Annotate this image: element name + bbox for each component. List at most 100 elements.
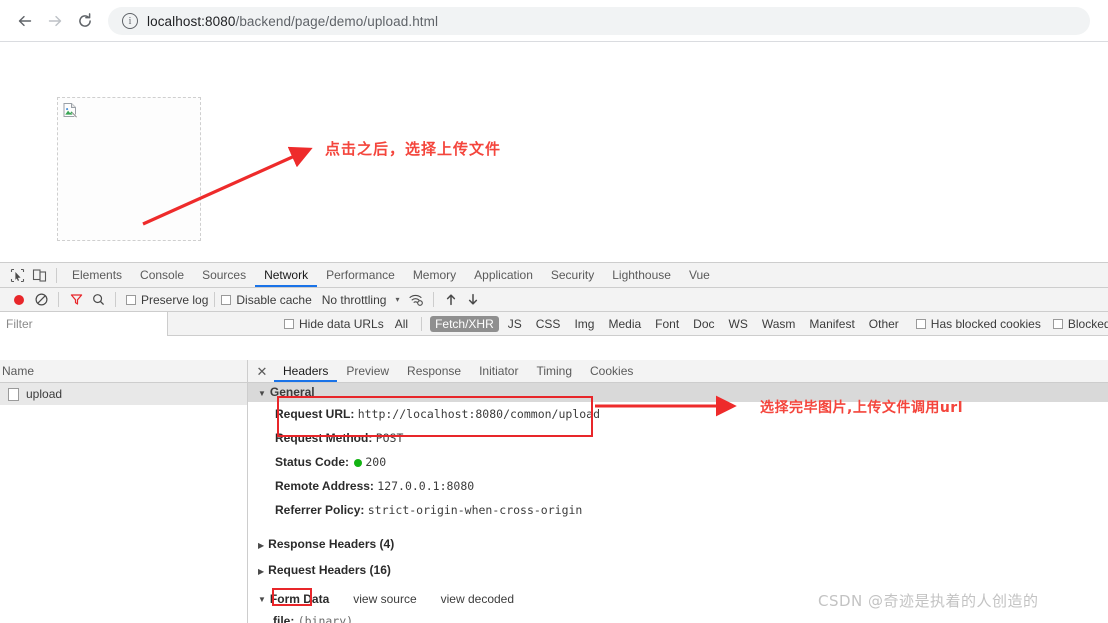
- devtools-tabbar: Elements Console Sources Network Perform…: [0, 263, 1108, 288]
- request-url-key: Request URL:: [275, 407, 355, 421]
- tab-security[interactable]: Security: [542, 263, 603, 287]
- filter-chip-doc[interactable]: Doc: [688, 316, 719, 332]
- import-har-icon[interactable]: [440, 290, 462, 310]
- status-ok-icon: [354, 459, 363, 467]
- tab-lighthouse[interactable]: Lighthouse: [603, 263, 680, 287]
- hide-data-urls-label: Hide data URLs: [299, 316, 384, 331]
- filter-chip-img[interactable]: Img: [569, 316, 599, 332]
- filter-chip-fetch-xhr[interactable]: Fetch/XHR: [430, 315, 499, 332]
- tab-memory[interactable]: Memory: [404, 263, 465, 287]
- clear-icon[interactable]: [30, 290, 52, 310]
- export-har-icon[interactable]: [462, 290, 484, 310]
- detail-tab-response[interactable]: Response: [398, 360, 470, 382]
- tabbar-divider: [56, 267, 57, 283]
- device-toolbar-icon[interactable]: [28, 265, 50, 285]
- search-icon[interactable]: [87, 290, 109, 310]
- form-data-row-file: file: (binary): [248, 610, 1108, 623]
- preserve-log-checkbox[interactable]: Preserve log: [126, 293, 208, 307]
- blocked-requests-checkbox[interactable]: Blocked Requests: [1052, 316, 1108, 331]
- url-text: localhost:8080/backend/page/demo/upload.…: [147, 14, 438, 29]
- form-data-label: Form Data: [269, 592, 330, 606]
- blocked-requests-label: Blocked Requests: [1067, 316, 1108, 331]
- general-row-status-code: Status Code: 200: [248, 450, 1108, 474]
- page-viewport: 点击之后，选择上传文件: [0, 42, 1108, 262]
- referrer-policy-key: Referrer Policy:: [275, 503, 365, 517]
- referrer-policy-value: strict-origin-when-cross-origin: [367, 503, 583, 517]
- detail-tab-initiator[interactable]: Initiator: [470, 360, 527, 382]
- back-icon[interactable]: [10, 6, 40, 36]
- hide-data-urls-box[interactable]: [284, 318, 294, 329]
- section-general-header[interactable]: ▼ General: [248, 383, 1108, 402]
- network-filterbar: Filter Hide data URLs All Fetch/XHR JS C…: [0, 311, 1108, 336]
- site-info-icon[interactable]: i: [122, 13, 138, 29]
- filter-chip-js[interactable]: JS: [503, 316, 527, 332]
- request-headers-label: Request Headers (16): [268, 563, 391, 577]
- request-method-key: Request Method:: [275, 431, 373, 445]
- filter-chip-manifest[interactable]: Manifest: [804, 316, 859, 332]
- inspect-element-icon[interactable]: [6, 265, 28, 285]
- disable-cache-box[interactable]: [221, 294, 232, 305]
- section-response-headers[interactable]: ▶ Response Headers (4): [248, 531, 1108, 557]
- status-code-key: Status Code:: [275, 455, 350, 469]
- filter-chip-row: Hide data URLs All Fetch/XHR JS CSS Img …: [168, 315, 1108, 332]
- network-conditions-icon[interactable]: [405, 290, 427, 310]
- request-row-label: upload: [26, 387, 63, 401]
- document-icon: [8, 387, 19, 401]
- record-icon[interactable]: [8, 290, 30, 310]
- preserve-log-label: Preserve log: [141, 292, 209, 307]
- upload-image-placeholder[interactable]: [57, 97, 201, 241]
- url-path: /backend/page/demo/upload.html: [235, 13, 439, 29]
- tab-sources[interactable]: Sources: [193, 263, 255, 287]
- section-request-headers[interactable]: ▶ Request Headers (16): [248, 557, 1108, 583]
- request-method-value: POST: [375, 431, 404, 445]
- detail-tab-timing[interactable]: Timing: [527, 360, 581, 382]
- response-headers-label: Response Headers (4): [268, 537, 395, 551]
- blocked-requests-box[interactable]: [1052, 318, 1063, 329]
- detail-tab-headers[interactable]: Headers: [274, 360, 338, 382]
- filter-icon[interactable]: [65, 290, 87, 310]
- disable-cache-checkbox[interactable]: Disable cache: [221, 292, 312, 307]
- tab-application[interactable]: Application: [465, 263, 542, 287]
- detail-tab-cookies[interactable]: Cookies: [581, 360, 642, 382]
- tab-console[interactable]: Console: [131, 263, 193, 287]
- request-row-upload[interactable]: upload: [0, 383, 247, 405]
- view-source-link[interactable]: view source: [353, 592, 416, 606]
- triangle-down-icon: ▼: [258, 389, 266, 398]
- preserve-log-box[interactable]: [126, 294, 136, 305]
- triangle-right-icon: ▶: [258, 541, 265, 550]
- filter-chip-other[interactable]: Other: [864, 316, 904, 332]
- disable-cache-label: Disable cache: [236, 292, 312, 307]
- detail-tab-preview[interactable]: Preview: [337, 360, 398, 382]
- general-row-referrer-policy: Referrer Policy: strict-origin-when-cros…: [248, 498, 1108, 522]
- tab-vue[interactable]: Vue: [680, 263, 719, 287]
- close-icon[interactable]: ✕: [254, 365, 270, 378]
- address-bar[interactable]: i localhost:8080/backend/page/demo/uploa…: [108, 7, 1090, 35]
- general-row-request-url: Request URL: http://localhost:8080/commo…: [248, 402, 1108, 426]
- filter-chip-media[interactable]: Media: [603, 316, 646, 332]
- filter-chip-font[interactable]: Font: [650, 316, 684, 332]
- view-decoded-link[interactable]: view decoded: [441, 592, 514, 606]
- hide-data-urls-checkbox[interactable]: Hide data URLs: [284, 317, 384, 331]
- has-blocked-cookies-box[interactable]: [915, 318, 926, 329]
- request-list-column-name[interactable]: Name: [0, 360, 247, 383]
- reload-icon[interactable]: [70, 6, 100, 36]
- filter-input[interactable]: Filter: [0, 311, 168, 336]
- network-toolbar: Preserve log Disable cache No throttling…: [0, 288, 1108, 312]
- chevron-down-icon[interactable]: ▾: [395, 295, 399, 304]
- filter-chip-all[interactable]: All: [390, 316, 413, 332]
- tab-performance[interactable]: Performance: [317, 263, 404, 287]
- filter-chip-css[interactable]: CSS: [531, 316, 566, 332]
- url-host: localhost:8080: [147, 13, 236, 29]
- annotation-text-2: 选择完毕图片,上传文件调用url: [760, 400, 963, 416]
- tab-network[interactable]: Network: [255, 263, 318, 287]
- filter-chip-wasm[interactable]: Wasm: [757, 316, 801, 332]
- filter-chip-ws[interactable]: WS: [724, 316, 753, 332]
- watermark: CSDN @奇迹是执着的人创造的: [818, 592, 1039, 610]
- forward-icon[interactable]: [40, 6, 70, 36]
- tab-elements[interactable]: Elements: [63, 263, 131, 287]
- toolbar-divider-4: [433, 292, 435, 307]
- throttling-select[interactable]: No throttling: [322, 293, 387, 307]
- triangle-down-icon-2: ▼: [258, 594, 266, 604]
- toolbar-divider-3: [214, 292, 216, 307]
- has-blocked-cookies-checkbox[interactable]: Has blocked cookies: [915, 317, 1041, 331]
